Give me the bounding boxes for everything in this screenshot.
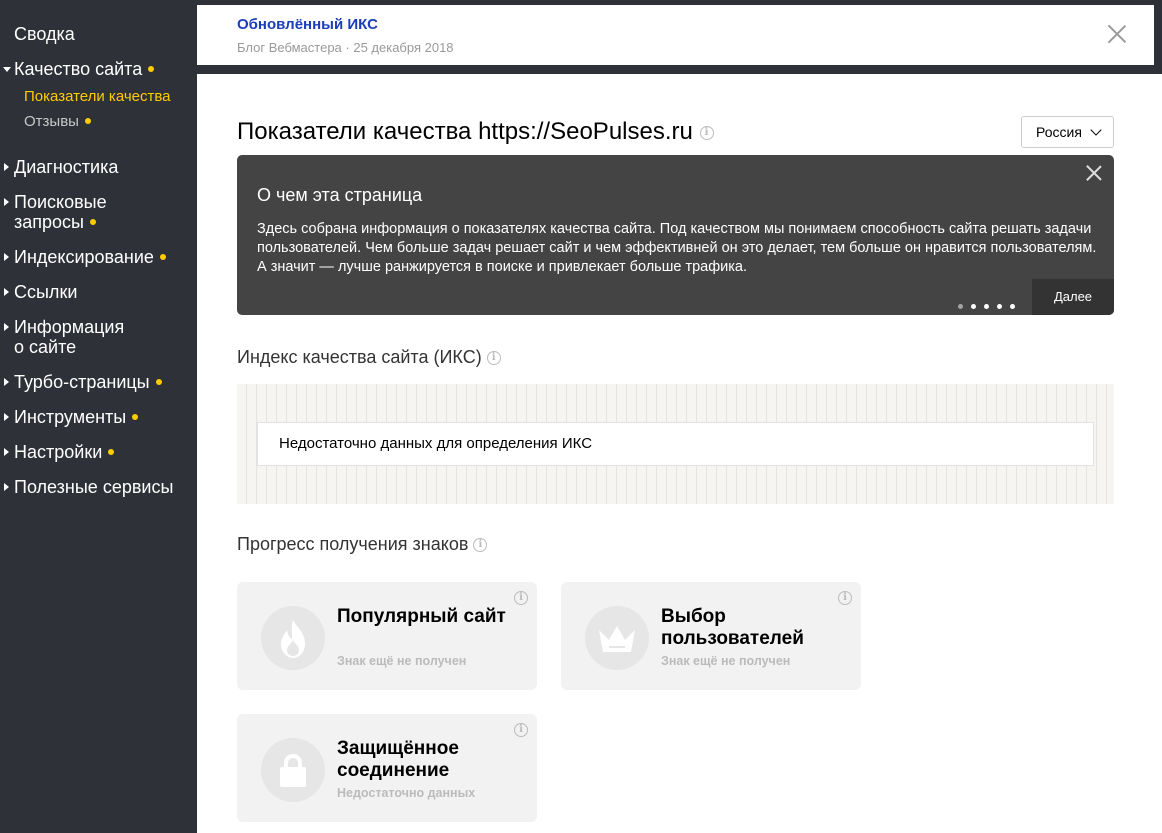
badge-secure-connection[interactable]: Защищённое соединение Недостаточно данны… bbox=[237, 714, 537, 822]
news-notice: Обновлённый ИКС Блог Вебмастера · 25 дек… bbox=[197, 5, 1154, 65]
sidebar-item-settings[interactable]: Настройки bbox=[3, 442, 115, 462]
notification-dot bbox=[132, 414, 139, 421]
notification-dot bbox=[155, 379, 162, 386]
chevron-down-icon bbox=[1090, 124, 1102, 136]
notification-dot bbox=[148, 66, 155, 73]
notice-meta: Блог Вебмастера · 25 декабря 2018 bbox=[237, 40, 454, 55]
notification-dot bbox=[159, 254, 166, 261]
flame-icon bbox=[281, 620, 305, 658]
next-button[interactable]: Далее bbox=[1032, 279, 1114, 315]
pager-dot[interactable] bbox=[1010, 304, 1015, 309]
page-title: Показатели качества https://SeoPulses.ru… bbox=[237, 118, 714, 146]
badges-section-title: Прогресс получения знаков i bbox=[237, 534, 488, 555]
sidebar-item-turbo-pages[interactable]: Турбо-страницы bbox=[4, 372, 162, 392]
onboarding-card: О чем эта страница Здесь собрана информа… bbox=[237, 155, 1114, 315]
notification-dot bbox=[89, 219, 96, 226]
sidebar-item-search-queries[interactable]: Поисковые запросы bbox=[4, 192, 107, 232]
info-icon[interactable]: i bbox=[838, 591, 852, 605]
pager-dot[interactable] bbox=[984, 304, 989, 309]
onboarding-text: Здесь собрана информация о показателях к… bbox=[257, 221, 1097, 275]
close-icon[interactable] bbox=[1107, 24, 1127, 44]
main-content: Показатели качества https://SeoPulses.ru… bbox=[197, 74, 1162, 833]
badge-popular-site[interactable]: Популярный сайт Знак ещё не получен i bbox=[237, 582, 537, 690]
info-icon[interactable]: i bbox=[699, 125, 714, 140]
region-select[interactable]: Россия bbox=[1021, 116, 1114, 148]
badge-users-choice[interactable]: Выбор пользователей Знак ещё не получен … bbox=[561, 582, 861, 690]
badge-name: Популярный сайт bbox=[337, 606, 506, 627]
crown-icon bbox=[599, 626, 635, 652]
badge-icon-circle bbox=[261, 738, 325, 802]
sidebar-item-site-info[interactable]: Информация о сайте bbox=[3, 317, 124, 357]
iks-section-title: Индекс качества сайта (ИКС) i bbox=[237, 347, 501, 368]
sidebar-item-indexing[interactable]: Индексирование bbox=[4, 247, 166, 267]
sidebar-item-tools[interactable]: Инструменты bbox=[3, 407, 139, 427]
iks-message: Недостаточно данных для определения ИКС bbox=[257, 422, 1094, 466]
sidebar-item-summary[interactable]: Сводка bbox=[14, 24, 75, 44]
badge-name: Выбор пользователей bbox=[661, 606, 804, 649]
sidebar-item-links[interactable]: Ссылки bbox=[3, 282, 77, 302]
onboarding-pager bbox=[958, 296, 1023, 309]
badge-status: Знак ещё не получен bbox=[337, 654, 467, 668]
badge-icon-circle bbox=[261, 606, 325, 670]
pager-dot[interactable] bbox=[971, 304, 976, 309]
notification-dot bbox=[108, 449, 115, 456]
close-icon[interactable] bbox=[1086, 165, 1102, 181]
pager-dot[interactable] bbox=[997, 304, 1002, 309]
badge-status: Недостаточно данных bbox=[337, 786, 476, 800]
info-icon[interactable]: i bbox=[514, 723, 528, 737]
badge-name: Защищённое соединение bbox=[337, 738, 459, 781]
sidebar-item-diagnostics[interactable]: Диагностика bbox=[3, 157, 118, 177]
lock-icon bbox=[280, 753, 306, 787]
sidebar: Сводка Качество сайта Показатели качеств… bbox=[0, 0, 197, 833]
badge-icon-circle bbox=[585, 606, 649, 670]
info-icon[interactable]: i bbox=[514, 591, 528, 605]
info-icon[interactable]: i bbox=[473, 538, 488, 553]
sidebar-subitem-quality-indicators[interactable]: Показатели качества bbox=[24, 88, 171, 106]
info-icon[interactable]: i bbox=[486, 351, 501, 366]
sidebar-item-site-quality[interactable]: Качество сайта bbox=[2, 59, 155, 79]
notification-dot bbox=[84, 118, 91, 125]
sidebar-item-useful-services[interactable]: Полезные сервисы bbox=[3, 477, 173, 497]
onboarding-title: О чем эта страница bbox=[257, 185, 423, 205]
pager-dot[interactable] bbox=[958, 304, 963, 309]
sidebar-subitem-reviews[interactable]: Отзывы bbox=[24, 113, 91, 131]
notice-title-link[interactable]: Обновлённый ИКС bbox=[237, 16, 378, 33]
badge-status: Знак ещё не получен bbox=[661, 654, 791, 668]
iks-panel: Недостаточно данных для определения ИКС bbox=[237, 384, 1114, 504]
